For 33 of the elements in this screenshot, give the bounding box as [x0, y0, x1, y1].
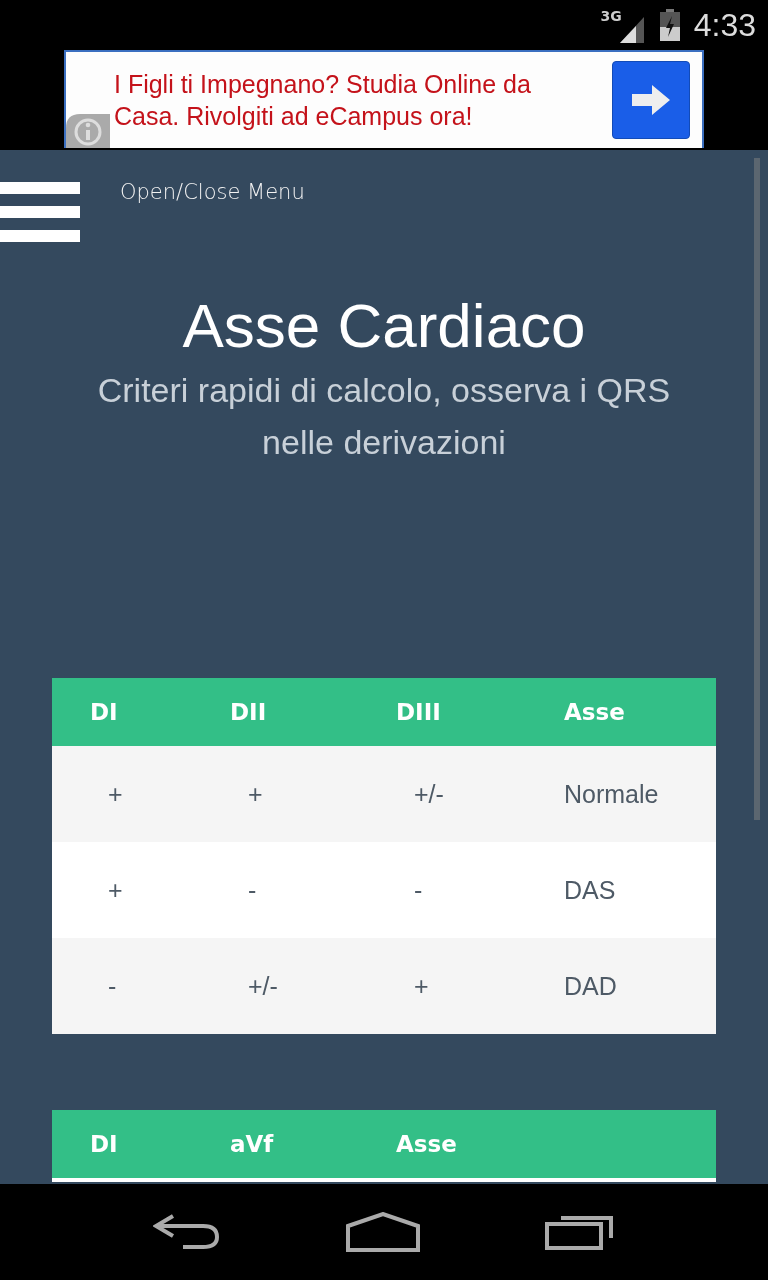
column-header: DI	[89, 1131, 119, 1157]
table-cell-text: Normale	[563, 779, 660, 809]
table-cell-text: +	[413, 971, 430, 1001]
menu-icon[interactable]	[0, 182, 80, 242]
home-icon[interactable]	[346, 1212, 420, 1252]
table-cell-text: DAS	[563, 875, 617, 905]
back-icon[interactable]	[152, 1214, 221, 1250]
column-header: DIII	[395, 699, 442, 725]
column-header: aVf	[229, 1131, 275, 1157]
recent-apps-icon[interactable]	[545, 1214, 616, 1250]
table-cell-text: +	[107, 875, 124, 905]
arrow-button[interactable]	[612, 61, 690, 139]
page-subtitle: Criteri rapidi di calcolo, osserva i QRS nelle derivazioni	[96, 370, 672, 463]
column-header: DI	[89, 699, 119, 725]
table-cell-text: -	[107, 971, 118, 1001]
table-cell-text: +	[247, 779, 264, 809]
ad-text: I Figli ti Impegnano? Studia Online da Casa. Rivolgiti ad eCampus ora!	[114, 69, 532, 132]
table-cell-text: -	[247, 875, 258, 905]
column-header: DII	[229, 699, 268, 725]
menu-label[interactable]: Open/Close Menu	[120, 180, 305, 204]
table-cell-text: -	[413, 875, 424, 905]
arrow-icon	[632, 85, 670, 115]
network-type: 3G	[600, 8, 622, 24]
table-cell-text: +/-	[247, 971, 279, 1001]
table-cell-text: DAD	[563, 971, 618, 1001]
column-header: Asse	[563, 699, 626, 725]
table-cell-text: +/-	[413, 779, 445, 809]
ad-banner[interactable]: I Figli ti Impegnano? Studia Online da Casa. Rivolgiti ad eCampus ora!	[64, 50, 704, 148]
column-header: Asse	[395, 1131, 458, 1157]
table-cell-text: +	[107, 779, 124, 809]
clock: 4:33	[693, 6, 756, 44]
battery-icon	[659, 9, 680, 41]
page-title: Asse Cardiaco	[181, 290, 587, 362]
